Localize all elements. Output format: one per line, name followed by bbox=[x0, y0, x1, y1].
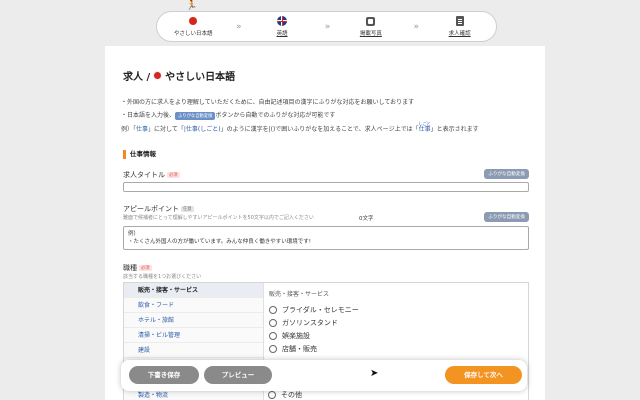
step-label: やさしい日本語 bbox=[174, 31, 213, 37]
ruby-base: 仕事 bbox=[418, 126, 431, 133]
note-text: 」のように漢字を|()で囲いふりがなを加えることで、求人ページ上では「 bbox=[220, 126, 419, 133]
note-text: ボタンから自動でのふりがな対応が可能です bbox=[215, 112, 336, 119]
radio-circle-icon[interactable] bbox=[269, 344, 277, 353]
title-prefix: 求人 / bbox=[123, 72, 151, 83]
furigana-convert-button[interactable]: ふりがな自動変換 bbox=[484, 212, 529, 222]
job-title-input[interactable] bbox=[123, 182, 529, 192]
appeal-label: アピールポイント 任意 bbox=[123, 204, 194, 214]
step-english[interactable]: 英語 bbox=[252, 16, 312, 37]
furigana-convert-button[interactable]: ふりがな自動変換 bbox=[484, 169, 529, 179]
note-text: 」に対して「 bbox=[148, 126, 184, 133]
label-text: 職種 bbox=[123, 264, 137, 272]
category-item-food[interactable]: 飲食・フード bbox=[124, 298, 263, 313]
step-easy-japanese[interactable]: やさしい日本語 bbox=[163, 16, 223, 37]
section-title: 仕事情報 bbox=[123, 150, 156, 159]
note-line-1: ・外国の方に求人をより理解していただくために、自由記述項目の漢字にふりがな対応を… bbox=[121, 99, 415, 106]
example-markup: |仕事(しごと) bbox=[183, 126, 221, 133]
ruby-text: しごと bbox=[418, 121, 431, 126]
radio-option[interactable]: 娯楽施設 bbox=[269, 329, 359, 342]
radio-label: 店舗・販売 bbox=[282, 344, 317, 353]
progress-stepper: やさしい日本語 » 英語 » 掲載写真 » 求人確認 bbox=[156, 11, 497, 42]
form-card: 求人 / やさしい日本語 ・外国の方に求人をより理解していただくために、自由記述… bbox=[105, 46, 545, 400]
required-badge: 必須 bbox=[139, 265, 152, 271]
step-label: 求人確認 bbox=[448, 31, 471, 37]
action-bar: 下書き保存 プレビュー 保存して次へ bbox=[121, 360, 527, 391]
japan-flag-icon bbox=[153, 71, 163, 80]
category-item-hotel[interactable]: ホテル・旅館 bbox=[124, 313, 263, 328]
radio-label: その他 bbox=[281, 391, 302, 399]
radio-circle-icon[interactable] bbox=[269, 305, 277, 314]
title-text: やさしい日本語 bbox=[165, 72, 236, 83]
mouse-cursor-icon: ➤ bbox=[370, 368, 379, 379]
radio-circle-icon[interactable] bbox=[268, 391, 276, 399]
running-person-icon: 🏃 bbox=[186, 1, 198, 11]
radio-circle-icon[interactable] bbox=[269, 331, 277, 340]
appeal-textarea[interactable]: 例） ・たくさん外国人の方が働いています。みんな仲良く働きやすい環境です! bbox=[123, 226, 529, 250]
photo-icon bbox=[366, 16, 376, 26]
note-text: ・日本語を入力後、 bbox=[121, 112, 176, 119]
char-count: 0文字 bbox=[359, 216, 374, 222]
label-text: アピールポイント bbox=[123, 205, 179, 213]
japan-flag-icon bbox=[188, 16, 198, 26]
job-title-label: 求人タイトル 必須 bbox=[123, 170, 180, 180]
panel-title: 販売・接客・サービス bbox=[269, 291, 330, 298]
preview-button[interactable]: プレビュー bbox=[204, 366, 272, 384]
document-icon bbox=[455, 16, 465, 26]
radio-option[interactable]: 店舗・販売 bbox=[269, 342, 359, 355]
category-item-cleaning[interactable]: 清掃・ビル管理 bbox=[124, 328, 263, 343]
category-item-sales[interactable]: 販売・接客・サービス bbox=[124, 283, 263, 298]
placeholder-line: 例） bbox=[128, 231, 140, 237]
radio-option-other[interactable]: その他 bbox=[268, 390, 302, 400]
appeal-hint: 難面で候補者にとって理解しやすいアピールポイントを50文字以内でご記入ください bbox=[123, 215, 314, 221]
category-item-construction[interactable]: 建設 bbox=[124, 343, 263, 358]
category-label: 職種 必須 bbox=[123, 263, 152, 273]
example-ruby: しごと 仕事 bbox=[418, 121, 431, 133]
radio-label: ガソリンスタンド bbox=[282, 318, 338, 327]
label-text: 求人タイトル bbox=[123, 171, 165, 179]
optional-badge: 任意 bbox=[181, 206, 194, 212]
category-options-panel: 販売・接客・サービス ブライダル・セレモニー ガソリンスタンド 娯楽施設 店舗・… bbox=[269, 289, 359, 355]
placeholder-line: ・たくさん外国人の方が働いています。みんな仲良く働きやすい環境です! bbox=[128, 239, 311, 245]
save-and-next-button[interactable]: 保存して次へ bbox=[445, 366, 522, 384]
save-draft-button[interactable]: 下書き保存 bbox=[129, 366, 199, 384]
note-line-3: 例）「仕事」に対して「|仕事(しごと)」のように漢字を|()で囲いふりがなを加え… bbox=[121, 121, 479, 133]
furigana-badge: ふりがな自動変換 bbox=[175, 111, 216, 120]
radio-label: 娯楽施設 bbox=[282, 331, 310, 340]
category-hint: 該当する職種を1つお選びください bbox=[123, 274, 202, 280]
radio-label: ブライダル・セレモニー bbox=[282, 305, 359, 314]
required-badge: 必須 bbox=[167, 172, 180, 178]
chevron-separator-icon: » bbox=[235, 21, 241, 32]
radio-option[interactable]: ガソリンスタンド bbox=[269, 316, 359, 329]
step-confirm[interactable]: 求人確認 bbox=[430, 16, 490, 37]
chevron-separator-icon: » bbox=[413, 21, 418, 32]
note-line-2: ・日本語を入力後、 ふりがな自動変換 ボタンから自動でのふりがな対応が可能です bbox=[121, 110, 335, 120]
radio-option[interactable]: ブライダル・セレモニー bbox=[269, 303, 359, 316]
page-title: 求人 / やさしい日本語 bbox=[123, 68, 235, 83]
step-label: 英語 bbox=[276, 31, 288, 37]
step-photos[interactable]: 掲載写真 bbox=[341, 16, 401, 37]
chevron-separator-icon: » bbox=[324, 21, 330, 32]
step-label: 掲載写真 bbox=[359, 31, 382, 37]
note-text: 」と表示されます bbox=[430, 126, 479, 133]
radio-circle-icon[interactable] bbox=[269, 318, 277, 327]
note-text: 例）「 bbox=[121, 126, 137, 133]
example-word: 仕事 bbox=[136, 126, 149, 133]
uk-flag-icon bbox=[277, 16, 288, 26]
